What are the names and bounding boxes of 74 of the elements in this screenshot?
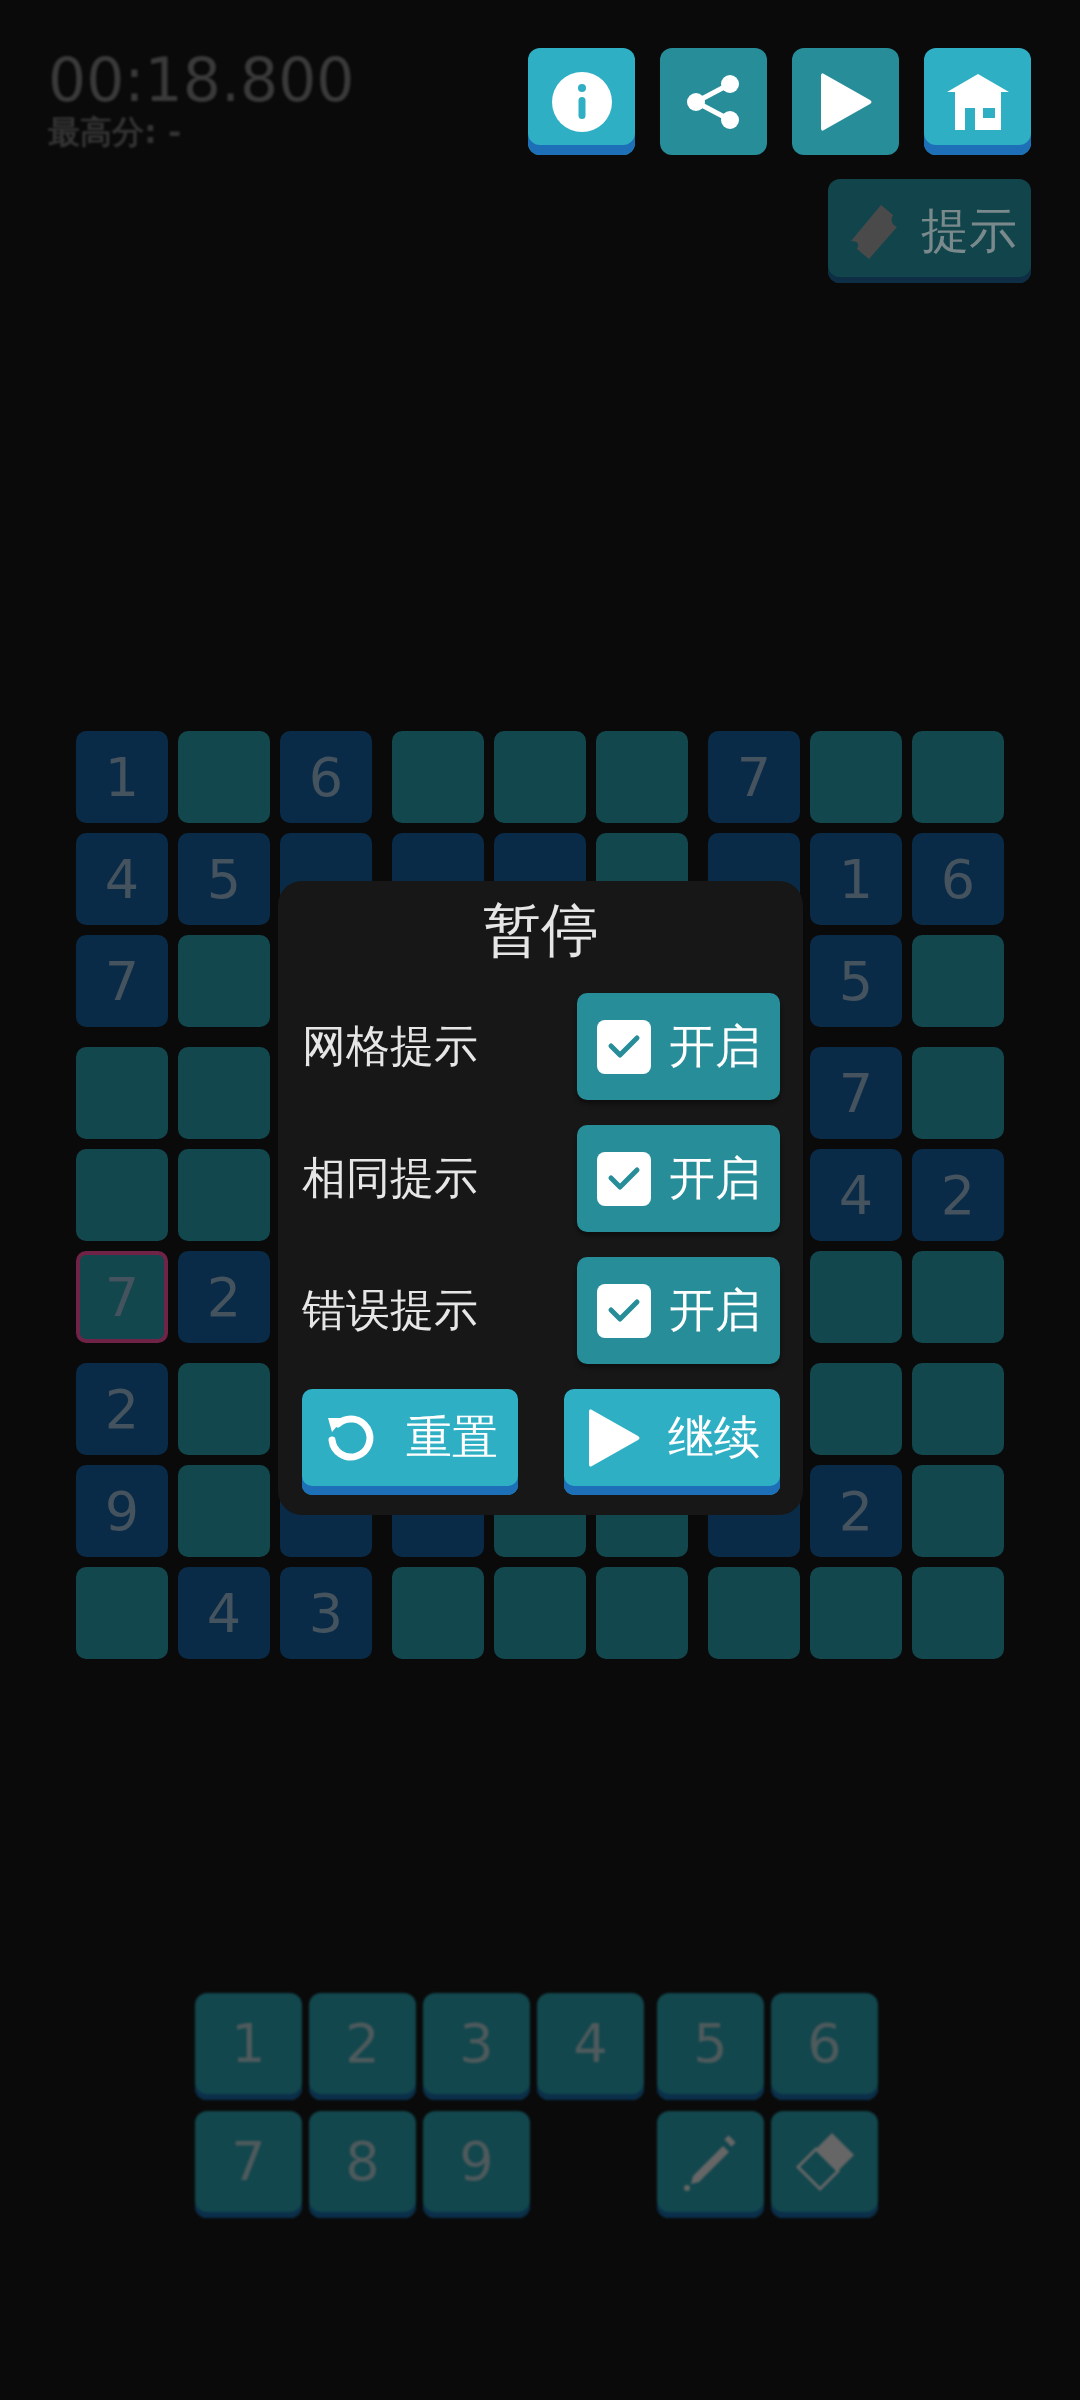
hint-button[interactable]: 提示 [828,179,1031,283]
sudoku-cell[interactable]: 4 [76,833,168,925]
sudoku-cell[interactable] [178,1149,270,1241]
sudoku-cell[interactable] [494,1567,586,1659]
number-key[interactable]: 2 [309,1993,416,2100]
eraser-button[interactable] [771,2111,878,2218]
sudoku-cell[interactable] [178,1047,270,1139]
sudoku-cell[interactable] [76,1567,168,1659]
number-key[interactable]: 5 [657,1993,764,2100]
sudoku-cell[interactable] [178,1363,270,1455]
toggle-button[interactable]: 开启 [577,1125,780,1232]
sudoku-cell[interactable]: 9 [76,1465,168,1557]
sudoku-cell[interactable]: 7 [810,1047,902,1139]
sudoku-cell[interactable] [178,1465,270,1557]
dialog-title: 暂停 [482,895,600,965]
home-button[interactable] [924,48,1031,155]
number-key[interactable]: 1 [195,1993,302,2100]
sudoku-cell[interactable]: 6 [280,731,372,823]
sudoku-cell[interactable]: 1 [76,731,168,823]
sudoku-cell[interactable] [178,935,270,1027]
option-label: 相同提示 [302,1151,478,1205]
sudoku-cell[interactable] [708,1567,800,1659]
pencil-button[interactable] [657,2111,764,2218]
toggle-button[interactable]: 开启 [577,993,780,1100]
sudoku-cell[interactable]: 7 [76,935,168,1027]
sudoku-cell[interactable]: 4 [178,1567,270,1659]
sudoku-cell[interactable]: 7 [708,731,800,823]
sudoku-cell[interactable] [76,1047,168,1139]
check-icon [607,1297,641,1324]
check-icon [607,1165,641,1192]
sudoku-cell[interactable]: 2 [178,1251,270,1343]
info-icon [549,69,614,134]
sudoku-cell[interactable]: 3 [280,1567,372,1659]
sudoku-cell[interactable] [912,731,1004,823]
toggle-button[interactable]: 开启 [577,1257,780,1364]
sudoku-cell[interactable] [912,935,1004,1027]
share-button[interactable] [660,48,767,155]
sudoku-cell[interactable] [810,1363,902,1455]
sudoku-cell[interactable] [912,1465,1004,1557]
number-key[interactable]: 7 [195,2111,302,2218]
continue-button[interactable]: 继续 [564,1389,780,1495]
check-icon [607,1033,641,1060]
sudoku-cell[interactable] [178,731,270,823]
sudoku-cell[interactable] [912,1567,1004,1659]
sudoku-cell[interactable] [76,1149,168,1241]
sudoku-cell[interactable] [912,1363,1004,1455]
number-key[interactable]: 6 [771,1993,878,2100]
number-key[interactable]: 9 [423,2111,530,2218]
info-button[interactable] [528,48,635,155]
sudoku-cell[interactable] [912,1047,1004,1139]
number-key[interactable]: 3 [423,1993,530,2100]
sudoku-cell[interactable]: 5 [810,935,902,1027]
number-key[interactable]: 4 [537,1993,644,2100]
sudoku-cell[interactable]: 2 [810,1465,902,1557]
sudoku-cell[interactable] [494,731,586,823]
sudoku-cell[interactable]: 2 [76,1363,168,1455]
sudoku-cell[interactable]: 5 [178,833,270,925]
sudoku-cell[interactable]: 2 [912,1149,1004,1241]
sudoku-cell[interactable]: 6 [912,833,1004,925]
sudoku-cell[interactable] [810,731,902,823]
sudoku-cell[interactable] [596,731,688,823]
sudoku-cell[interactable]: 4 [810,1149,902,1241]
sudoku-cell[interactable]: 1 [810,833,902,925]
number-key[interactable]: 8 [309,2111,416,2218]
reset-button[interactable]: 重置 [302,1389,518,1495]
sudoku-cell[interactable] [810,1251,902,1343]
option-label: 网格提示 [302,1019,478,1073]
sudoku-cell[interactable] [912,1251,1004,1343]
play-button[interactable] [792,48,899,155]
sudoku-cell[interactable] [810,1567,902,1659]
sudoku-cell[interactable] [596,1567,688,1659]
option-label: 错误提示 [302,1283,478,1337]
sudoku-cell[interactable] [392,731,484,823]
sudoku-cell[interactable] [392,1567,484,1659]
